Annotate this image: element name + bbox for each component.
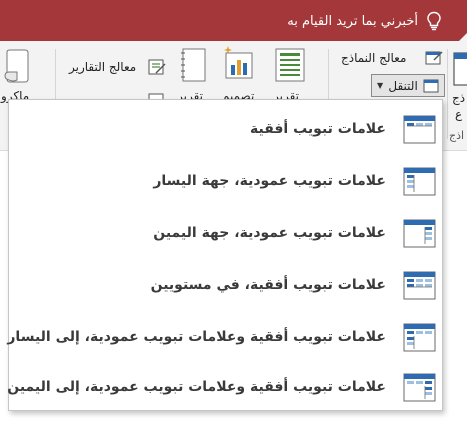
navigation-label: التنقل xyxy=(388,78,418,93)
navigation-dropdown-button[interactable]: التنقل ▼ xyxy=(371,74,445,97)
form-icon[interactable] xyxy=(452,51,467,87)
menu-item-label: علامات تبويب أفقية وعلامات تبويب عمودية،… xyxy=(7,329,386,345)
menu-item-label: علامات تبويب أفقية، في مستويين xyxy=(150,277,386,293)
vertical-tabs-left-icon xyxy=(403,167,436,196)
menu-item-label: علامات تبويب أفقية وعلامات تبويب عمودية،… xyxy=(7,379,386,395)
menu-item-vertical-tabs-left[interactable]: علامات تبويب عمودية، جهة اليسار xyxy=(9,156,442,208)
ribbon-separator xyxy=(447,49,448,139)
macro-icon[interactable] xyxy=(3,49,29,83)
horizontal-vertical-tabs-left-icon xyxy=(403,323,436,352)
form-wizard-button[interactable]: معالج النماذج xyxy=(341,51,406,65)
title-bar: أخبرني بما تريد القيام به xyxy=(0,0,467,41)
ribbon-notch xyxy=(459,33,467,41)
report-icon[interactable] xyxy=(275,48,305,82)
horizontal-vertical-tabs-right-icon xyxy=(403,373,436,402)
tell-me-text: أخبرني بما تريد القيام به xyxy=(287,13,418,29)
form-wizard-icon[interactable] xyxy=(425,50,443,66)
menu-item-vertical-tabs-right[interactable]: علامات تبويب عمودية، جهة اليمين xyxy=(9,208,442,260)
lightbulb-icon xyxy=(427,11,441,31)
menu-item-horizontal-tabs[interactable]: علامات تبويب أفقية xyxy=(9,104,442,156)
tell-me-search[interactable]: أخبرني بما تريد القيام به xyxy=(287,10,442,32)
menu-item-label: علامات تبويب عمودية، جهة اليمين xyxy=(153,225,386,241)
report-design-icon[interactable] xyxy=(222,45,254,79)
menu-item-horizontal-tabs-two-level[interactable]: علامات تبويب أفقية، في مستويين xyxy=(9,260,442,312)
report-wizard-icon[interactable] xyxy=(148,59,166,75)
chevron-down-icon: ▼ xyxy=(377,81,384,90)
horizontal-tabs-icon xyxy=(403,115,436,144)
vertical-tabs-right-icon xyxy=(403,219,436,248)
navigation-menu: علامات تبويب أفقية علامات تبويب عمودية، … xyxy=(7,99,443,414)
forms-group-label: اذج xyxy=(449,129,465,142)
menu-item-horizontal-vertical-tabs-left[interactable]: علامات تبويب أفقية وعلامات تبويب عمودية،… xyxy=(7,312,442,364)
form-button-label-1[interactable]: ذج xyxy=(452,91,465,105)
horizontal-tabs-two-level-icon xyxy=(403,271,436,300)
menu-item-horizontal-vertical-tabs-right[interactable]: علامات تبويب أفقية وعلامات تبويب عمودية،… xyxy=(7,362,442,414)
blank-report-icon[interactable] xyxy=(179,48,207,82)
menu-item-label: علامات تبويب عمودية، جهة اليسار xyxy=(153,173,386,189)
menu-item-label: علامات تبويب أفقية xyxy=(249,121,386,137)
form-button-label-2[interactable]: ع xyxy=(455,107,462,121)
report-wizard-button[interactable]: معالج التقارير xyxy=(69,60,136,74)
navigation-icon xyxy=(423,79,439,92)
